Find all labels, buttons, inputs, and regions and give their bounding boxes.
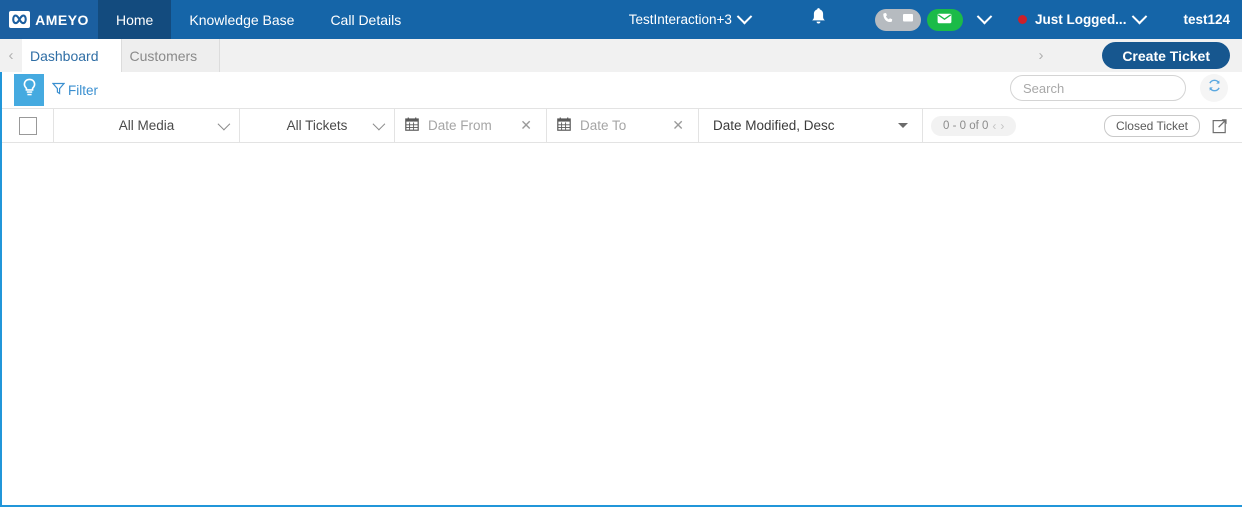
user-name-label[interactable]: test124 bbox=[1183, 12, 1230, 27]
date-to-field[interactable]: Date To ✕ bbox=[547, 109, 699, 142]
search-box[interactable] bbox=[1010, 75, 1215, 101]
bell-icon bbox=[810, 7, 827, 32]
nav-item-call-details[interactable]: Call Details bbox=[312, 0, 419, 39]
select-all-cell bbox=[2, 109, 54, 142]
tips-button[interactable] bbox=[14, 74, 44, 106]
status-indicator-dot bbox=[1017, 15, 1027, 24]
ticket-filter-value: All Tickets bbox=[286, 118, 348, 133]
pagination-pill: 0 - 0 of 0 ‹ › bbox=[931, 115, 1017, 136]
calendar-icon bbox=[405, 117, 419, 134]
date-from-field[interactable]: Date From ✕ bbox=[395, 109, 547, 142]
funnel-icon bbox=[51, 82, 66, 98]
chevron-down-icon bbox=[736, 8, 753, 25]
chevron-down-icon bbox=[976, 8, 993, 25]
channel-status-pill[interactable] bbox=[874, 8, 921, 31]
chevron-down-icon bbox=[1132, 8, 1148, 25]
filter-button[interactable]: Filter bbox=[51, 82, 98, 98]
pagination-count: 0 - 0 of 0 bbox=[943, 119, 989, 132]
create-ticket-button[interactable]: Create Ticket bbox=[1102, 42, 1230, 69]
refresh-icon bbox=[1207, 78, 1222, 98]
email-icon bbox=[937, 11, 952, 29]
pagination-cell: 0 - 0 of 0 ‹ › bbox=[923, 109, 1024, 142]
search-input[interactable] bbox=[1021, 79, 1201, 97]
ticket-list-panel: Filter Search All Media All Tickets Date… bbox=[0, 72, 1242, 507]
chevron-down-icon bbox=[217, 117, 231, 131]
row-actions-cell: Closed Ticket bbox=[1103, 109, 1242, 142]
sub-tab-spacer bbox=[220, 39, 1030, 72]
calendar-icon bbox=[557, 117, 571, 134]
agent-status-selector[interactable]: Just Logged... bbox=[1017, 8, 1148, 27]
tab-dashboard-label: Dashboard bbox=[30, 47, 99, 64]
nav-item-knowledge-base[interactable]: Knowledge Base bbox=[171, 0, 312, 39]
chevron-down-icon bbox=[372, 117, 386, 131]
media-filter-select[interactable]: All Media bbox=[54, 109, 240, 142]
date-from-clear-icon[interactable]: ✕ bbox=[520, 117, 532, 134]
status-label: Just Logged... bbox=[1034, 12, 1127, 27]
top-navigation-bar: AMEYO Home Knowledge Base Call Details T… bbox=[0, 0, 1242, 39]
select-all-checkbox[interactable] bbox=[18, 116, 37, 135]
media-filter-value: All Media bbox=[118, 118, 175, 133]
infinity-icon bbox=[9, 11, 31, 28]
closed-ticket-chip[interactable]: Closed Ticket bbox=[1103, 114, 1200, 137]
chevron-right-icon[interactable]: › bbox=[1030, 39, 1052, 72]
external-link-icon[interactable] bbox=[1210, 116, 1230, 136]
header-right-group: TestInteraction+3 Just Logged... test124 bbox=[629, 0, 1242, 39]
sort-order-select[interactable]: Date Modified, Desc bbox=[699, 109, 923, 142]
sort-order-value: Date Modified, Desc bbox=[713, 118, 835, 133]
ameyo-logo[interactable]: AMEYO bbox=[0, 0, 98, 39]
notifications-button[interactable] bbox=[810, 7, 827, 32]
chat-icon bbox=[902, 11, 914, 29]
nav-item-home-label: Home bbox=[116, 11, 154, 28]
interaction-selector-label: TestInteraction+3 bbox=[628, 12, 732, 27]
filter-header-row: Filter bbox=[2, 72, 1242, 109]
refresh-button[interactable] bbox=[1200, 74, 1228, 102]
nav-item-call-details-label: Call Details bbox=[330, 11, 402, 28]
sub-tab-bar: ‹ Dashboard Customers › Create Ticket bbox=[0, 39, 1242, 73]
phone-icon bbox=[882, 11, 894, 29]
ticket-filter-select[interactable]: All Tickets bbox=[240, 109, 395, 142]
filter-controls-row: All Media All Tickets Date From ✕ Date T… bbox=[2, 109, 1242, 143]
chevron-left-icon[interactable]: ‹ bbox=[0, 39, 22, 72]
filter-label: Filter bbox=[68, 82, 98, 98]
channel-dropdown-button[interactable] bbox=[976, 8, 993, 25]
interaction-selector[interactable]: TestInteraction+3 bbox=[628, 8, 753, 27]
pagination-next-icon[interactable]: › bbox=[1000, 119, 1004, 133]
pagination-prev-icon[interactable]: ‹ bbox=[992, 119, 996, 133]
tab-customers-label: Customers bbox=[129, 47, 198, 64]
email-channel-button[interactable] bbox=[926, 8, 963, 31]
nav-item-home[interactable]: Home bbox=[98, 0, 172, 39]
caret-down-icon bbox=[898, 123, 908, 128]
date-to-clear-icon[interactable]: ✕ bbox=[672, 117, 684, 134]
nav-item-knowledge-base-label: Knowledge Base bbox=[189, 11, 295, 28]
date-from-placeholder: Date From bbox=[428, 118, 492, 133]
lightbulb-icon bbox=[22, 78, 37, 102]
tab-dashboard[interactable]: Dashboard bbox=[22, 39, 122, 72]
date-to-placeholder: Date To bbox=[580, 118, 627, 133]
tab-customers[interactable]: Customers bbox=[121, 39, 221, 72]
ameyo-logo-text: AMEYO bbox=[35, 11, 89, 28]
